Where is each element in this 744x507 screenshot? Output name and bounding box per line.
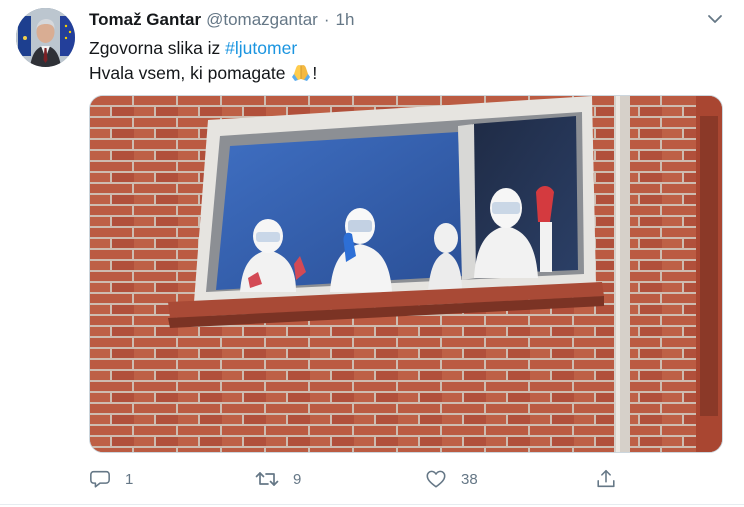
reply-button[interactable]: 1 (89, 468, 255, 490)
like-count: 38 (461, 470, 478, 488)
tweet-timestamp[interactable]: 1h (336, 9, 355, 31)
tweet-text-line-2-suffix: ! (312, 63, 318, 83)
header-separator: · (323, 10, 330, 29)
tweet-text-line-2-prefix: Hvala vsem, ki pomagate (89, 63, 291, 83)
tweet-text-line-1: Zgovorna slika iz #ljutomer (89, 36, 709, 61)
retweet-button[interactable]: 9 (255, 468, 425, 490)
tweet-text-line-2: Hvala vsem, ki pomagate ! (89, 61, 709, 86)
heart-icon (425, 468, 447, 490)
tweet-header: Tomaž Gantar @tomazgantar · 1h (89, 9, 354, 31)
tweet-photo[interactable] (89, 95, 723, 453)
tweet-text-line-1-prefix: Zgovorna slika iz (89, 38, 226, 58)
retweet-count: 9 (293, 470, 302, 488)
tweet-text: Zgovorna slika iz #ljutomer Hvala vsem, … (89, 36, 709, 86)
tweet-card[interactable]: Tomaž Gantar @tomazgantar · 1h Zgovorna … (0, 0, 744, 507)
folded-hands-emoji (291, 62, 311, 82)
avatar[interactable] (16, 8, 75, 67)
share-button[interactable] (595, 468, 617, 490)
author-handle[interactable]: @tomazgantar (206, 9, 318, 31)
like-button[interactable]: 38 (425, 468, 595, 490)
author-display-name[interactable]: Tomaž Gantar (89, 9, 201, 31)
reply-count: 1 (125, 470, 134, 488)
hashtag-link[interactable]: #ljutomer (225, 38, 297, 58)
reply-icon (89, 468, 111, 490)
retweet-icon (255, 468, 279, 490)
tweet-divider (0, 504, 744, 505)
share-icon (595, 468, 617, 490)
tweet-actions: 1 9 38 (89, 466, 649, 492)
chevron-down-icon[interactable] (706, 10, 724, 28)
